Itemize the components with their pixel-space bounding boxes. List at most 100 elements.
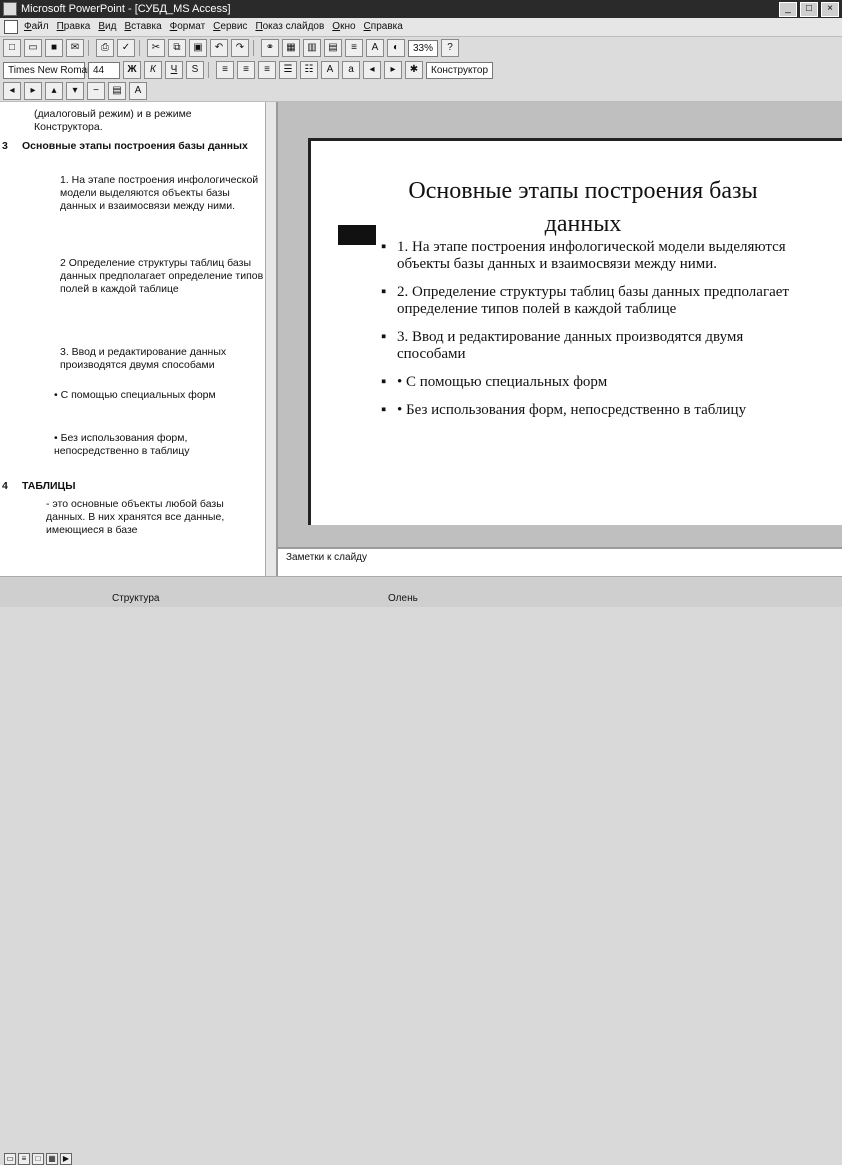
outlining-toolbar: ◂ ▸ ▴ ▾ − ▤ A	[0, 81, 842, 102]
help-icon[interactable]: ?	[441, 39, 460, 57]
notes-field[interactable]: Заметки к слайду	[278, 547, 842, 576]
bold-icon[interactable]: Ж	[123, 61, 141, 79]
outline-bullet[interactable]: 1. На этапе построения инфологической мо…	[60, 174, 265, 213]
print-icon[interactable]: ⎙	[96, 39, 114, 57]
hyperlink-icon[interactable]: ⚭	[261, 39, 279, 57]
slide-title[interactable]: Основные этапы построения базы данных	[373, 175, 793, 241]
title-bar: Microsoft PowerPoint - [СУБД_MS Access] …	[0, 0, 842, 18]
status-design-label: Олень	[388, 593, 418, 604]
separator	[88, 40, 89, 56]
slide-number: 4	[2, 480, 8, 492]
outline-view-icon[interactable]: ≡	[18, 1153, 30, 1165]
spelling-icon[interactable]: ✓	[117, 39, 135, 57]
show-formatting-toggle-icon[interactable]: A	[129, 82, 147, 100]
expand-all-icon[interactable]: ≡	[345, 39, 363, 57]
close-button[interactable]: ×	[821, 1, 839, 17]
bullets-icon[interactable]: ☷	[300, 61, 318, 79]
slide-bullet: ▪ • Без использования форм, непосредствен…	[381, 402, 747, 418]
underline-icon[interactable]: Ч	[165, 61, 183, 79]
outline-promote-icon[interactable]: ◂	[3, 82, 21, 100]
demote-icon[interactable]: ▸	[384, 61, 402, 79]
outline-subbullet[interactable]: • С помощью специальных форм	[54, 389, 264, 402]
italic-icon[interactable]: К	[144, 61, 162, 79]
outline-slide-title[interactable]: ТАБЛИЦЫ	[22, 480, 262, 493]
slide-number: 3	[2, 140, 8, 152]
menu-view[interactable]: Вид	[98, 18, 116, 36]
email-icon[interactable]: ✉	[66, 39, 84, 57]
document-icon[interactable]	[4, 20, 18, 34]
status-outline-label: Структура	[112, 593, 160, 604]
outline-body-text[interactable]: - это основные объекты любой базы данных…	[46, 498, 264, 537]
status-bar: ▭ ≡ □ ▦ ▶ Структура Олень	[0, 576, 842, 1165]
slide-bullet: ▪ 3. Ввод и редактирование данных произво…	[381, 329, 744, 362]
normal-view-icon[interactable]: ▭	[4, 1153, 16, 1165]
outline-intro-line: (диалоговый режим) и в режиме	[34, 108, 192, 120]
outline-bullet[interactable]: 2 Определение структуры таблиц базы данн…	[60, 257, 265, 296]
menu-tools[interactable]: Сервис	[213, 18, 247, 36]
grayscale-icon[interactable]: ◐	[387, 39, 405, 57]
align-right-icon[interactable]: ≡	[258, 61, 276, 79]
summary-slide-icon[interactable]: ▤	[108, 82, 126, 100]
align-center-icon[interactable]: ≡	[237, 61, 255, 79]
separator	[208, 62, 209, 78]
undo-icon[interactable]: ↶	[210, 39, 228, 57]
copy-icon[interactable]: ⧉	[168, 39, 186, 57]
design-button[interactable]: Конструктор	[426, 61, 494, 79]
formatting-toolbar: Times New Roman 44 Ж К Ч S ≡ ≡ ≡ ☰ ☷ A a…	[0, 59, 842, 82]
bullet-icon: ▪	[381, 284, 387, 300]
decrease-font-icon[interactable]: a	[342, 61, 360, 79]
paste-icon[interactable]: ▣	[189, 39, 207, 57]
new-slide-icon[interactable]: ▤	[324, 39, 342, 57]
menu-edit[interactable]: Правка	[57, 18, 91, 36]
shadow-icon[interactable]: S	[186, 61, 204, 79]
slideshow-view-icon[interactable]: ▶	[60, 1153, 72, 1165]
window-title: Microsoft PowerPoint - [СУБД_MS Access]	[21, 3, 231, 15]
sorter-view-icon[interactable]: ▦	[46, 1153, 58, 1165]
bullet-icon: ▪	[381, 402, 387, 418]
menu-format[interactable]: Формат	[170, 18, 206, 36]
table-icon[interactable]: ▦	[282, 39, 300, 57]
font-size-select[interactable]: 44	[88, 61, 120, 79]
redo-icon[interactable]: ↷	[231, 39, 249, 57]
move-down-icon[interactable]: ▾	[66, 82, 84, 100]
menu-slideshow[interactable]: Показ слайдов	[255, 18, 324, 36]
menu-insert[interactable]: Вставка	[124, 18, 161, 36]
menu-bar: Файл Правка Вид Вставка Формат Сервис По…	[0, 18, 842, 37]
outline-intro-line: Конструктора.	[34, 121, 103, 133]
new-icon[interactable]: □	[3, 39, 21, 57]
bullet-icon: ▪	[381, 329, 387, 345]
powerpoint-app-icon[interactable]	[3, 2, 17, 16]
move-up-icon[interactable]: ▴	[45, 82, 63, 100]
show-formatting-icon[interactable]: A	[366, 39, 384, 57]
slide[interactable]: Основные этапы построения базы данных ▪ 1…	[308, 138, 842, 525]
bullet-icon: ▪	[381, 374, 387, 390]
zoom-select[interactable]: 33%	[408, 39, 439, 57]
outline-scrollbar[interactable]	[265, 102, 276, 576]
animation-icon[interactable]: ✱	[405, 61, 423, 79]
increase-font-icon[interactable]: A	[321, 61, 339, 79]
chart-icon[interactable]: ▥	[303, 39, 321, 57]
align-left-icon[interactable]: ≡	[216, 61, 234, 79]
open-icon[interactable]: ▭	[24, 39, 42, 57]
cut-icon[interactable]: ✂	[147, 39, 165, 57]
menu-file[interactable]: Файл	[24, 18, 49, 36]
menu-help[interactable]: Справка	[364, 18, 403, 36]
bullet-icon: ▪	[381, 239, 387, 255]
outline-bullet[interactable]: 3. Ввод и редактирование данных производ…	[60, 346, 265, 372]
save-icon[interactable]: ■	[45, 39, 63, 57]
font-name-select[interactable]: Times New Roman	[3, 61, 93, 79]
slide-graphic-icon	[338, 225, 376, 245]
outline-demote-icon[interactable]: ▸	[24, 82, 42, 100]
slide-body[interactable]: ▪ 1. На этапе построения инфологической м…	[381, 239, 791, 430]
slide-bullet: ▪ 2. Определение структуры таблиц базы да…	[381, 284, 789, 317]
maximize-button[interactable]: □	[800, 1, 818, 17]
outline-slide-title[interactable]: Основные этапы построения базы данных	[22, 140, 252, 153]
minimize-button[interactable]: _	[779, 1, 797, 17]
menu-window[interactable]: Окно	[332, 18, 355, 36]
collapse-icon[interactable]: −	[87, 82, 105, 100]
outline-subbullet[interactable]: • Без использования форм, непосредственн…	[54, 432, 264, 458]
numbering-icon[interactable]: ☰	[279, 61, 297, 79]
promote-icon[interactable]: ◂	[363, 61, 381, 79]
slide-view-icon[interactable]: □	[32, 1153, 44, 1165]
outline-pane[interactable]: (диалоговый режим) и в режиме Конструкто…	[0, 102, 278, 576]
